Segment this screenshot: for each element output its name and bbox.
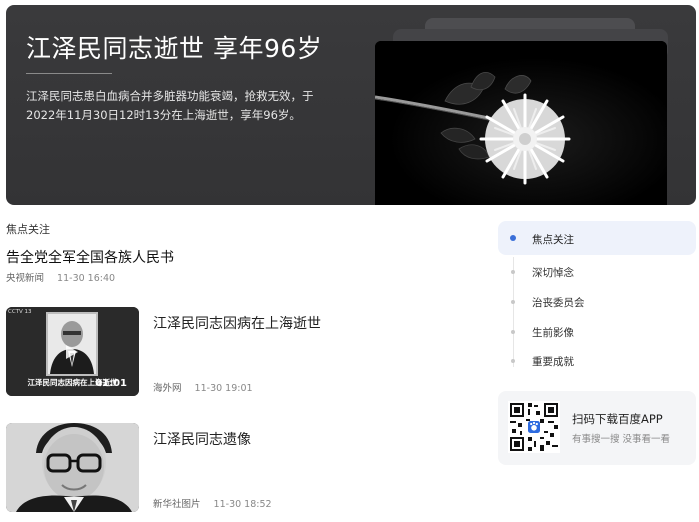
active-dot-icon [510,235,516,241]
news-meta: 海外网 11-30 19:01 [153,380,253,394]
nav-item-funeral-committee[interactable]: 治丧委员会 [498,289,696,315]
hero-description: 江泽民同志患白血病合并多脏器功能衰竭，抢救无效，于2022年11月30日12时1… [26,89,314,122]
nav-item-label: 生前影像 [532,327,574,339]
dot-icon [511,300,515,304]
nav-item-life-images[interactable]: 生前影像 [498,319,696,345]
hero-banner[interactable]: 江泽民同志逝世 享年96岁 江泽民同志患白血病合并多脏器功能衰竭，抢救无效，于2… [6,5,696,205]
headline-meta: 央视新闻 11-30 16:40 [6,270,115,284]
source-label: 新华社图片 [153,499,201,510]
headline-link[interactable]: 告全党全军全国各族人民书 [6,247,174,267]
nav-item-mourning[interactable]: 深切悼念 [498,259,696,285]
channel-badge: CCTV 13 [8,309,32,315]
nav-item-label: 治丧委员会 [532,297,585,309]
source-label: 海外网 [153,383,182,394]
video-thumbnail[interactable]: CCTV 13 江泽民同志因病在上海逝世 01:01 [6,307,139,396]
app-download-card[interactable]: 扫码下载百度APP 有事搜一搜 没事看一看 [498,391,696,465]
source-label: 央视新闻 [6,273,45,284]
portrait-photo[interactable] [6,423,139,512]
chrysanthemum-photo[interactable] [375,41,667,205]
news-title-link[interactable]: 江泽民同志因病在上海逝世 [153,313,321,333]
topic-nav: 焦点关注 深切悼念 治丧委员会 生前影像 重要成就 [498,221,696,379]
nav-item-label: 焦点关注 [532,234,574,246]
timestamp: 11-30 18:52 [213,499,272,510]
news-card[interactable]: CCTV 13 江泽民同志因病在上海逝世 01:01 江泽民同志因病在上海逝世 … [6,307,486,399]
news-meta: 新华社图片 11-30 18:52 [153,496,272,510]
dot-icon [511,270,515,274]
news-card[interactable]: 江泽民同志遗像 新华社图片 11-30 18:52 [6,423,486,515]
timestamp: 11-30 19:01 [194,383,253,394]
app-promo-title: 扫码下载百度APP [572,412,663,426]
news-title-link[interactable]: 江泽民同志遗像 [153,429,251,449]
timestamp: 11-30 16:40 [57,273,116,284]
nav-item-achievements[interactable]: 重要成就 [498,348,696,374]
qr-code-icon[interactable] [508,401,560,453]
section-label: 焦点关注 [6,223,50,236]
nav-item-label: 深切悼念 [532,267,574,279]
nav-item-focus[interactable]: 焦点关注 [498,221,696,255]
dot-icon [511,330,515,334]
app-promo-subtitle: 有事搜一搜 没事看一看 [572,434,671,445]
hero-title[interactable]: 江泽民同志逝世 享年96岁 [26,29,322,65]
hero-divider [26,73,112,74]
nav-item-label: 重要成就 [532,356,574,368]
dot-icon [511,359,515,363]
video-duration: 01:01 [95,378,127,389]
